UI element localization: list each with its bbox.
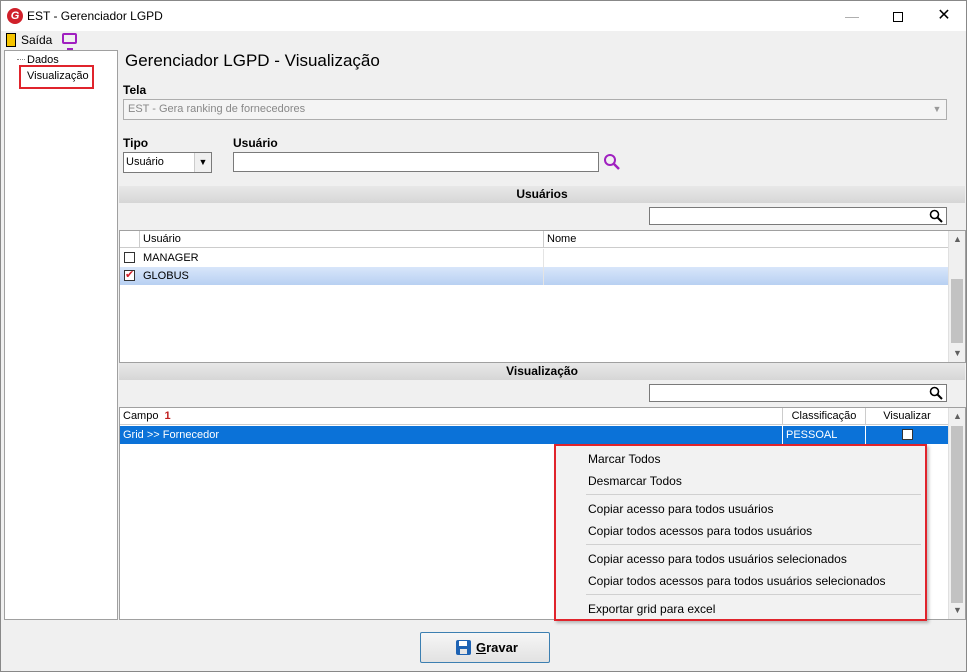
scroll-down-icon[interactable]: ▼ [949,602,965,619]
search-icon[interactable] [929,209,943,223]
column-header-visualizar[interactable]: Visualizar [866,408,949,425]
sort-indicator-icon: 1 [164,410,171,422]
main-window: G EST - Gerenciador LGPD — ✕ Saída Dados… [0,0,967,672]
save-button[interactable]: Gravar [420,632,550,663]
usuario-cell: MANAGER [140,249,544,267]
tipo-select[interactable]: Usuário ▼ [123,152,212,173]
usuarios-filter-input[interactable] [649,207,947,225]
floppy-disk-icon [456,640,471,655]
menu-item-copiar-acesso-selecionados[interactable]: Copiar acesso para todos usuários seleci… [588,552,847,566]
vertical-scrollbar[interactable]: ▲ ▼ [948,408,965,619]
search-icon[interactable] [929,386,943,400]
column-header-nome[interactable]: Nome [544,231,949,248]
menu-item-exportar-excel[interactable]: Exportar grid para excel [588,602,715,616]
usuarios-grid: Usuário Nome MANAGER GLOBUS ▲ ▼ [119,230,966,363]
menu-item-copiar-todos-acessos-selecionados[interactable]: Copiar todos acessos para todos usuários… [588,574,886,588]
menu-item-copiar-todos-acessos-todos[interactable]: Copiar todos acessos para todos usuários [588,524,812,538]
tela-label: Tela [123,83,147,97]
table-row[interactable]: Grid >> Fornecedor PESSOAL [120,426,949,444]
visualizar-cell [866,426,949,444]
monitor-icon[interactable] [62,33,77,50]
usuarios-section-header: Usuários [119,186,965,203]
scroll-up-icon[interactable]: ▲ [949,231,965,248]
title-bar: G EST - Gerenciador LGPD — ✕ [1,1,966,31]
tree-connector [17,59,25,60]
search-icon[interactable] [603,153,621,171]
usuario-input[interactable] [233,152,599,172]
tipo-label: Tipo [123,136,149,150]
close-button[interactable]: ✕ [921,1,967,31]
nome-cell [544,267,949,285]
highlight-box [19,65,94,89]
tela-select-value: EST - Gera ranking de fornecedores [128,103,306,115]
app-logo-icon: G [7,8,23,24]
page-title: Gerenciador LGPD - Visualização [125,51,380,70]
menu-item-copiar-acesso-todos[interactable]: Copiar acesso para todos usuários [588,502,773,516]
save-button-label: Gravar [476,640,518,655]
chevron-down-icon: ▼ [932,104,942,114]
scroll-down-icon[interactable]: ▼ [949,345,965,362]
minimize-button[interactable]: — [829,1,875,31]
nome-cell [544,249,949,267]
campo-cell: Grid >> Fornecedor [120,426,783,444]
scroll-thumb[interactable] [951,426,963,603]
menu-separator [586,544,921,545]
vertical-scrollbar[interactable]: ▲ ▼ [948,231,965,362]
menu-bar: Saída [1,31,966,50]
visualizacao-filter-input[interactable] [649,384,947,402]
classificacao-cell: PESSOAL [783,426,866,444]
checkbox-column-header [120,231,140,248]
menu-item-desmarcar-todos[interactable]: Desmarcar Todos [588,474,682,488]
visualizacao-grid-header: Campo 1 Classificação Visualizar [120,408,949,425]
window-title: EST - Gerenciador LGPD [27,9,163,23]
menu-separator [586,494,921,495]
navigation-tree: Dados Visualização [4,50,118,620]
visualizacao-section-header: Visualização [119,363,965,380]
menu-separator [586,594,921,595]
column-header-classificacao[interactable]: Classificação [783,408,866,425]
column-header-usuario[interactable]: Usuário [140,231,544,248]
exit-door-icon[interactable] [6,33,16,47]
tela-select: EST - Gera ranking de fornecedores ▼ [123,99,947,120]
table-row[interactable]: MANAGER [120,249,949,267]
scroll-up-icon[interactable]: ▲ [949,408,965,425]
table-row[interactable]: GLOBUS [120,267,949,285]
usuario-cell: GLOBUS [140,267,544,285]
scroll-thumb[interactable] [951,279,963,343]
column-header-campo[interactable]: Campo 1 [120,408,783,425]
menu-item-marcar-todos[interactable]: Marcar Todos [588,452,660,466]
exit-menu-item[interactable]: Saída [21,33,52,47]
visualizar-checkbox[interactable] [902,429,913,440]
row-checkbox[interactable] [124,252,135,263]
row-checkbox[interactable] [124,268,135,281]
maximize-button[interactable] [875,1,921,31]
maximize-icon [893,12,903,23]
usuarios-grid-header: Usuário Nome [120,231,949,248]
tipo-select-value: Usuário [126,156,164,168]
chevron-down-icon[interactable]: ▼ [194,153,211,172]
usuario-label: Usuário [233,136,278,150]
campo-header-label: Campo [123,410,159,422]
context-menu: Marcar Todos Desmarcar Todos Copiar aces… [554,444,927,621]
